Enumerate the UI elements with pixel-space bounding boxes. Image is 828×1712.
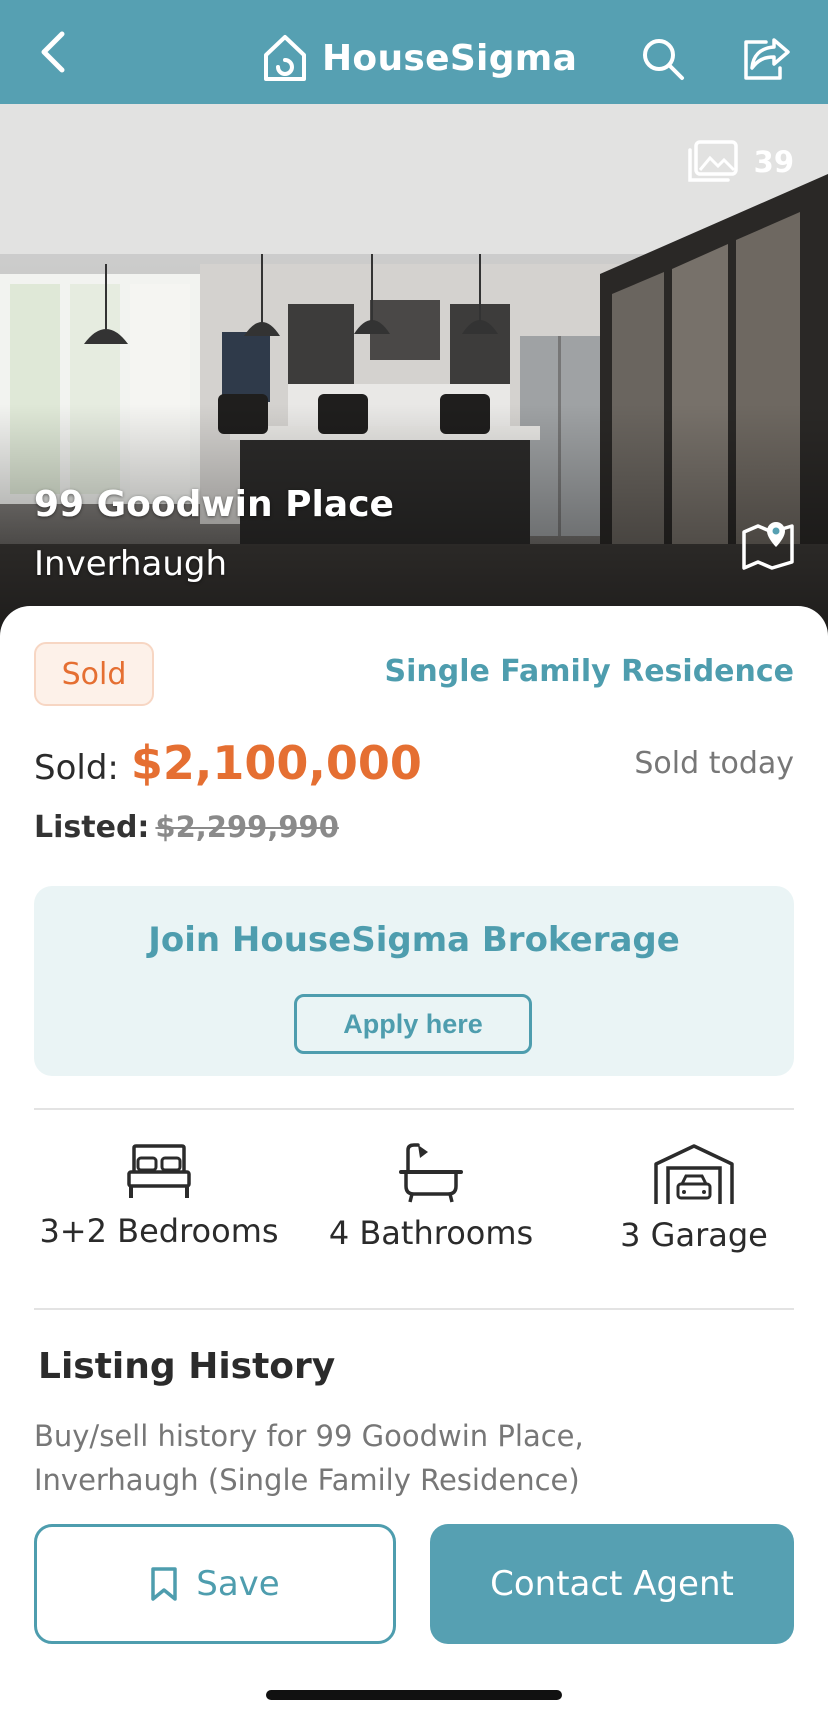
feature-garage: 3 Garage <box>594 1142 794 1272</box>
divider <box>34 1108 794 1110</box>
feature-bathrooms: 4 Bathrooms <box>326 1142 536 1272</box>
sold-price-row: Sold: $2,100,000 <box>34 736 422 790</box>
listing-history-description: Buy/sell history for 99 Goodwin Place, I… <box>34 1419 584 1497</box>
sold-price: $2,100,000 <box>130 736 422 790</box>
home-indicator <box>266 1690 562 1700</box>
house-logo-icon <box>264 35 306 81</box>
sold-date: Sold today <box>634 746 794 781</box>
search-icon <box>643 39 684 80</box>
bathtub-icon <box>399 1143 463 1203</box>
feature-label: 4 Bathrooms <box>328 1214 534 1252</box>
chevron-left-icon <box>41 31 65 73</box>
divider <box>34 1308 794 1310</box>
listing-city: Inverhaugh <box>34 544 228 584</box>
brand-logo: HouseSigma <box>262 30 577 86</box>
features-row: 3+2 Bedrooms 4 Bathrooms 3 Garage <box>34 1142 794 1272</box>
photo-count[interactable]: 39 <box>686 140 794 184</box>
gallery-icon <box>687 140 738 182</box>
map-pin-icon <box>742 522 794 570</box>
photo-count-value: 39 <box>753 145 794 179</box>
save-button-label: Save <box>196 1564 280 1604</box>
sold-label: Sold: <box>34 748 119 788</box>
status-badge: Sold <box>34 642 154 706</box>
garage-icon <box>654 1144 734 1204</box>
bottom-action-bar: Save Contact Agent <box>0 1512 828 1712</box>
listing-history-title: Listing History <box>38 1346 336 1387</box>
back-button[interactable] <box>34 30 78 74</box>
search-button[interactable] <box>640 36 686 82</box>
bed-icon <box>127 1144 191 1198</box>
feature-bedrooms: 3+2 Bedrooms <box>34 1142 284 1272</box>
contact-agent-button[interactable]: Contact Agent <box>430 1524 794 1644</box>
listing-address: 99 Goodwin Place <box>34 484 394 525</box>
save-button[interactable]: Save <box>34 1524 396 1644</box>
listed-price-row: Listed: $2,299,990 <box>34 810 339 845</box>
apply-here-button[interactable]: Apply here <box>294 994 532 1054</box>
promo-title: Join HouseSigma Brokerage <box>148 920 680 960</box>
feature-label: 3 Garage <box>620 1216 768 1254</box>
share-button[interactable] <box>740 34 792 82</box>
property-type: Single Family Residence <box>384 654 795 689</box>
feature-label: 3+2 Bedrooms <box>39 1212 279 1250</box>
map-button[interactable] <box>740 514 796 570</box>
share-icon <box>744 38 790 80</box>
top-app-bar: HouseSigma <box>0 0 828 104</box>
listed-price: $2,299,990 <box>155 810 339 844</box>
listing-photo[interactable]: 39 99 Goodwin Place Inverhaugh <box>0 104 828 644</box>
bookmark-icon <box>151 1567 178 1601</box>
brokerage-promo: Join HouseSigma Brokerage Apply here <box>34 886 794 1076</box>
listed-label: Listed: <box>34 810 150 845</box>
brand-name: HouseSigma <box>322 37 578 79</box>
